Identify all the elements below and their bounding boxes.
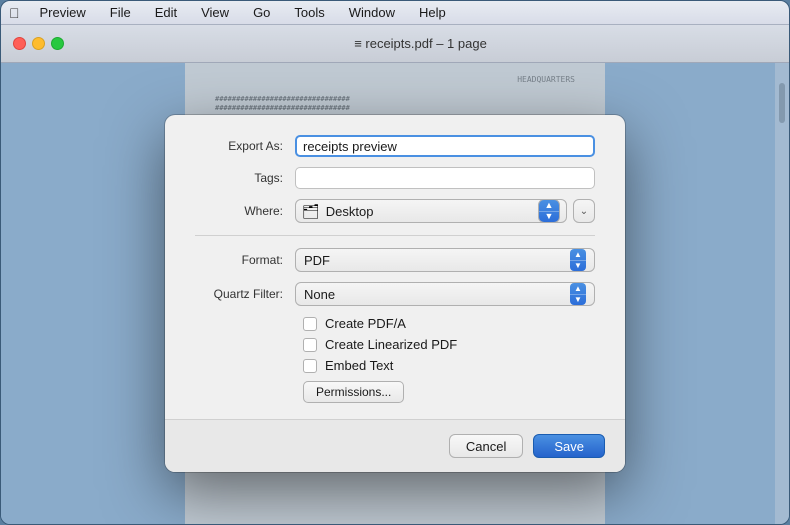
embed-text-label: Embed Text (325, 358, 393, 373)
create-linearized-checkbox[interactable] (303, 338, 317, 352)
create-pdfa-checkbox[interactable] (303, 317, 317, 331)
quartz-select[interactable]: None ▲ ▼ (295, 282, 595, 306)
tags-row: Tags: (195, 167, 595, 189)
maximize-button[interactable] (51, 37, 64, 50)
tags-control (295, 167, 595, 189)
cancel-button[interactable]: Cancel (449, 434, 523, 458)
folder-icon: 🗂 (302, 203, 320, 220)
app-window:  Preview File Edit View Go Tools Window… (0, 0, 790, 525)
format-value: PDF (304, 253, 570, 268)
where-row: Where: 🗂 Desktop ▲ ▼ ⌄ (195, 199, 595, 223)
menu-item-preview[interactable]: Preview (36, 3, 90, 22)
traffic-lights (13, 37, 64, 50)
where-stepper[interactable]: ▲ ▼ (538, 199, 560, 223)
export-dialog: Export As: Tags: Where: (165, 115, 625, 472)
tags-label: Tags: (195, 171, 295, 185)
menu-item-file[interactable]: File (106, 3, 135, 22)
menu-item-view[interactable]: View (197, 3, 233, 22)
format-label: Format: (195, 253, 295, 267)
minimize-button[interactable] (32, 37, 45, 50)
menu-bar:  Preview File Edit View Go Tools Window… (1, 1, 789, 25)
embed-text-checkbox[interactable] (303, 359, 317, 373)
permissions-button[interactable]: Permissions... (303, 381, 404, 403)
modal-footer: Cancel Save (165, 419, 625, 472)
stepper-up[interactable]: ▲ (539, 200, 559, 212)
format-row: Format: PDF ▲ ▼ (195, 248, 595, 272)
checkboxes-section: Create PDF/A Create Linearized PDF Embed… (195, 316, 595, 403)
export-as-input[interactable] (295, 135, 595, 157)
expand-button[interactable]: ⌄ (573, 199, 595, 223)
close-button[interactable] (13, 37, 26, 50)
export-as-label: Export As: (195, 139, 295, 153)
create-linearized-label: Create Linearized PDF (325, 337, 457, 352)
modal-overlay: Export As: Tags: Where: (1, 63, 789, 524)
quartz-row: Quartz Filter: None ▲ ▼ (195, 282, 595, 306)
menu-item-tools[interactable]: Tools (290, 3, 328, 22)
where-container: 🗂 Desktop ▲ ▼ ⌄ (295, 199, 595, 223)
create-pdfa-label: Create PDF/A (325, 316, 406, 331)
modal-body: Export As: Tags: Where: (165, 115, 625, 403)
format-stepper-down[interactable]: ▼ (570, 261, 586, 272)
quartz-stepper-down[interactable]: ▼ (570, 295, 586, 306)
apple-menu-icon[interactable]:  (9, 5, 20, 21)
checkbox-row-3: Embed Text (303, 358, 595, 373)
checkbox-row-1: Create PDF/A (303, 316, 595, 331)
main-content: HEADQUARTERS ###########################… (1, 63, 789, 524)
tags-input[interactable] (295, 167, 595, 189)
quartz-stepper-up[interactable]: ▲ (570, 283, 586, 295)
where-select[interactable]: 🗂 Desktop ▲ ▼ (295, 199, 567, 223)
save-button[interactable]: Save (533, 434, 605, 458)
quartz-label: Quartz Filter: (195, 287, 295, 301)
format-stepper[interactable]: ▲ ▼ (570, 249, 586, 271)
quartz-stepper[interactable]: ▲ ▼ (570, 283, 586, 305)
where-label: Where: (195, 204, 295, 218)
stepper-down[interactable]: ▼ (539, 212, 559, 223)
export-as-row: Export As: (195, 135, 595, 157)
window-title: ≡ receipts.pdf – 1 page (64, 36, 777, 51)
quartz-control: None ▲ ▼ (295, 282, 595, 306)
format-select[interactable]: PDF ▲ ▼ (295, 248, 595, 272)
where-value: Desktop (326, 204, 532, 219)
divider-1 (195, 235, 595, 236)
export-as-control (295, 135, 595, 157)
menu-item-help[interactable]: Help (415, 3, 450, 22)
quartz-value: None (304, 287, 570, 302)
menu-item-go[interactable]: Go (249, 3, 274, 22)
menu-item-window[interactable]: Window (345, 3, 399, 22)
format-stepper-up[interactable]: ▲ (570, 249, 586, 261)
menu-item-edit[interactable]: Edit (151, 3, 181, 22)
format-control: PDF ▲ ▼ (295, 248, 595, 272)
checkbox-row-2: Create Linearized PDF (303, 337, 595, 352)
title-bar: ≡ receipts.pdf – 1 page (1, 25, 789, 63)
